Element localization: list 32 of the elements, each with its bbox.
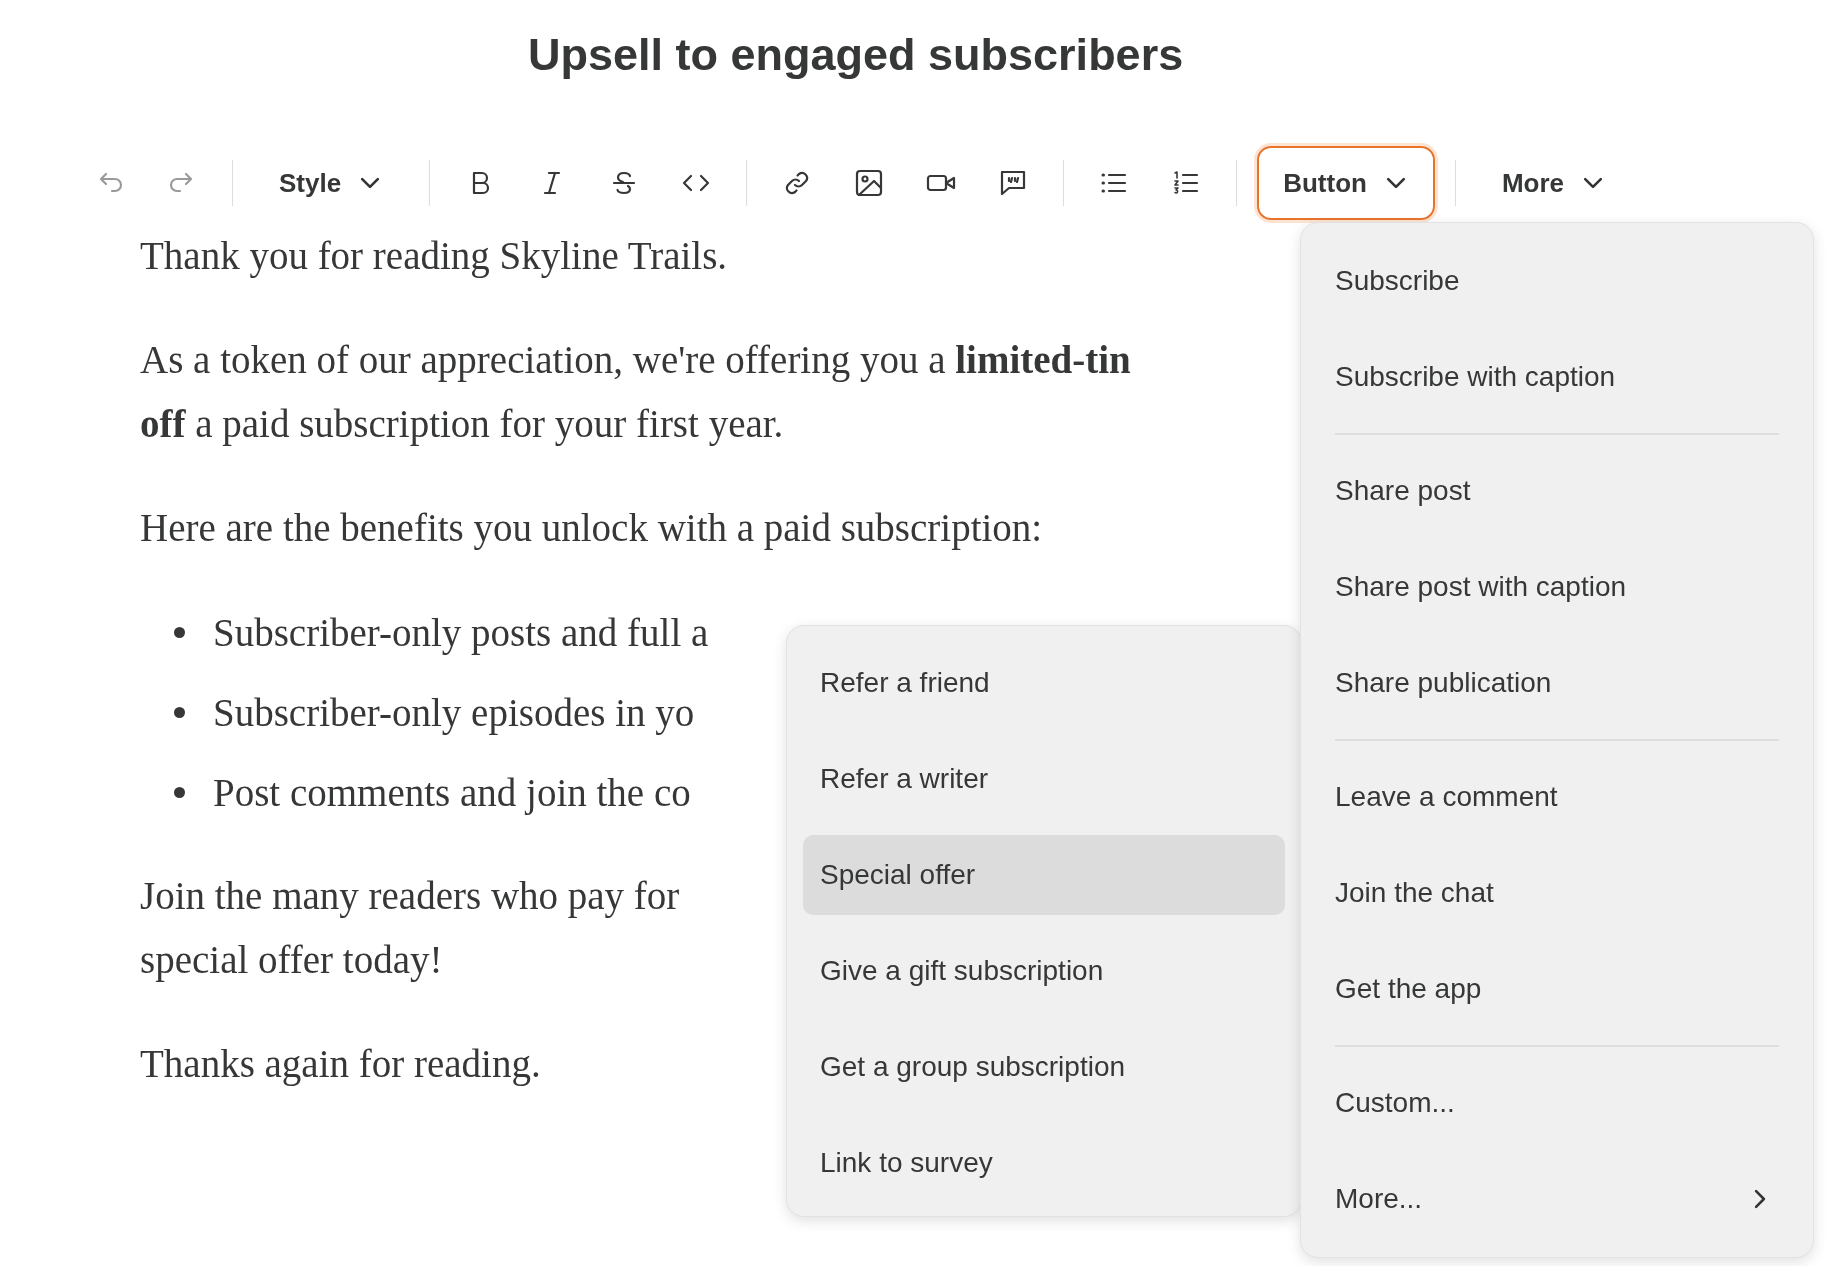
toolbar-dropdown[interactable]: Style [253,146,410,220]
menu-item[interactable]: Get the app [1335,941,1779,1037]
document-title: Upsell to engaged subscribers [528,28,1184,82]
menu-item[interactable]: Subscribe [1335,233,1779,329]
menu-item[interactable]: Share post [1335,443,1779,539]
paragraph: Here are the benefits you unlock with a paid subscription: [140,505,1043,552]
menu-item[interactable]: Link to survey [803,1115,1285,1211]
paragraph: As a token of our appreciation, we're offering you a limited-tin off a paid subscription for your first year. [140,337,1131,448]
menu-item[interactable]: Give a gift subscription [803,923,1285,1019]
menu-item[interactable]: Share post with caption [1335,539,1779,635]
paragraph: Join the many readers who pay for special offer today! [140,873,680,984]
list-item-text: Post comments and join the co [213,769,691,815]
insert-button-dropdown[interactable]: Button [1257,146,1435,220]
menu-item[interactable]: Refer a writer [803,731,1285,827]
bullet-icon [174,706,185,718]
paragraph: Thanks again for reading. [140,1041,541,1088]
menu-item[interactable]: Share publication [1335,635,1779,731]
list-item-text: Subscriber-only episodes in yo [213,689,695,735]
menu-item[interactable]: Subscribe with caption [1335,329,1779,425]
toolbar-dropdown[interactable]: More [1475,146,1633,220]
menu-item[interactable]: Refer a friend [803,635,1285,731]
menu-item[interactable]: Join the chat [1335,845,1779,941]
menu-item[interactable]: Leave a comment [1335,749,1779,845]
paragraph: Thank you for reading Skyline Trails. [140,233,728,280]
menu-item[interactable]: Get a group subscription [803,1019,1285,1115]
menu-item[interactable]: Custom... [1335,1055,1779,1151]
list-item-text: Subscriber-only posts and full a [213,609,709,655]
menu-item[interactable]: Special offer [803,835,1285,915]
menu-item[interactable]: More... [1335,1151,1779,1247]
bullet-icon [174,626,185,638]
menu-item-label: More... [1335,1182,1423,1216]
bullet-icon [174,786,185,798]
